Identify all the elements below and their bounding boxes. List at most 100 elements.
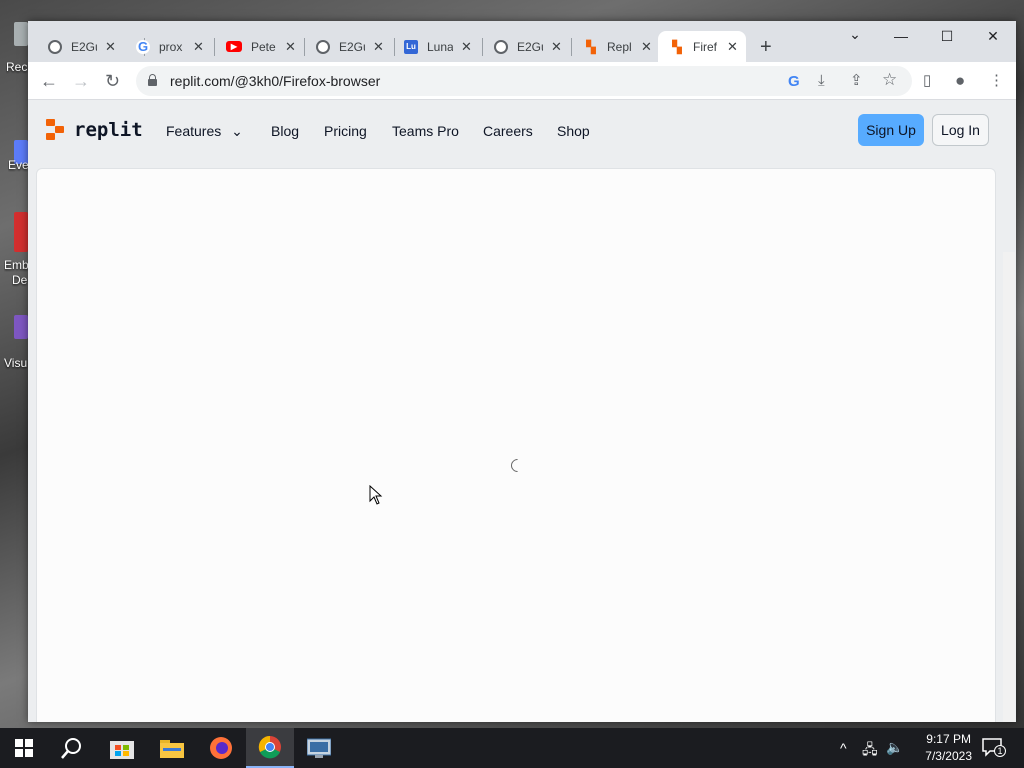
- tab-title: Pete: [251, 39, 276, 54]
- nav-features[interactable]: Features ⌄: [166, 123, 243, 140]
- chrome-button[interactable]: [246, 728, 294, 768]
- content-panel: [36, 168, 996, 722]
- tab-separator: [571, 38, 572, 56]
- clock[interactable]: 9:17 PM 7/3/2023: [925, 731, 972, 765]
- tab-title: Firef: [693, 39, 717, 54]
- tab-title: E2Gu: [517, 39, 543, 54]
- install-app-icon[interactable]: ⤓: [818, 71, 825, 91]
- tab-strip: E2Gu ✕ G prox ✕ ▶ Pete ✕ E2Gu ✕ Lu Luna …: [28, 21, 1016, 62]
- start-button[interactable]: [0, 728, 48, 768]
- tab-4[interactable]: E2Gu ✕: [316, 31, 384, 62]
- new-tab-button[interactable]: +: [760, 36, 772, 59]
- close-tab-icon[interactable]: ✕: [373, 39, 384, 55]
- browser-toolbar: ← → ↻ replit.com/@3kh0/Firefox-browser G…: [28, 62, 1016, 100]
- lu-icon: Lu: [404, 39, 418, 54]
- site-header: replit Features ⌄ Blog Pricing Teams Pro…: [28, 100, 1016, 168]
- volume-muted-icon[interactable]: 🔈: [886, 739, 903, 768]
- tab-active[interactable]: ▚ Firef ✕: [658, 31, 746, 62]
- clock-date: 7/3/2023: [925, 749, 972, 763]
- tab-separator: [304, 38, 305, 56]
- close-tab-icon[interactable]: ✕: [461, 39, 472, 55]
- firefox-button[interactable]: [197, 728, 245, 768]
- replit-icon: ▚: [672, 39, 682, 54]
- lock-icon[interactable]: [148, 74, 157, 86]
- file-explorer-button[interactable]: [148, 728, 196, 768]
- close-tab-icon[interactable]: ✕: [551, 39, 562, 55]
- network-icon[interactable]: 🖧: [862, 739, 878, 768]
- share-icon[interactable]: ⇪: [850, 71, 863, 91]
- chrome-icon: [258, 735, 281, 759]
- nav-pricing[interactable]: Pricing: [324, 123, 367, 139]
- globe-icon: [316, 39, 330, 54]
- remote-desktop-button[interactable]: [295, 728, 343, 768]
- tab-3[interactable]: ▶ Pete ✕: [226, 31, 296, 62]
- close-tab-icon[interactable]: ✕: [105, 39, 116, 55]
- replit-logo-icon: [46, 119, 66, 141]
- remote-desktop-icon: [307, 738, 331, 758]
- brand-name: replit: [74, 119, 143, 141]
- google-lens-icon[interactable]: G: [788, 72, 800, 92]
- visual-studio-icon[interactable]: [14, 315, 28, 339]
- tab-5[interactable]: Lu Luna ✕: [404, 31, 472, 62]
- close-tab-icon[interactable]: ✕: [285, 39, 296, 55]
- close-tab-icon[interactable]: ✕: [193, 39, 204, 55]
- globe-icon: [494, 39, 508, 54]
- notification-count-badge: 1: [994, 745, 1006, 757]
- replit-icon: ▚: [586, 39, 596, 54]
- sign-up-button[interactable]: Sign Up: [858, 114, 924, 146]
- profile-avatar-icon[interactable]: ●: [955, 71, 965, 91]
- side-panel-icon[interactable]: ▯: [923, 71, 931, 91]
- nav-teams-pro[interactable]: Teams Pro: [392, 123, 459, 139]
- globe-icon: [48, 39, 62, 54]
- forward-button[interactable]: →: [72, 71, 90, 91]
- folder-icon: [160, 740, 184, 758]
- notification-center-button[interactable]: 1: [982, 738, 1006, 758]
- tab-separator: [394, 38, 395, 56]
- recycle-bin-icon[interactable]: [14, 22, 28, 46]
- log-in-button[interactable]: Log In: [932, 114, 989, 146]
- tab-separator: [214, 38, 215, 56]
- maximize-button[interactable]: ☐: [924, 25, 970, 47]
- nav-careers[interactable]: Careers: [483, 123, 533, 139]
- close-tab-icon[interactable]: ✕: [727, 39, 738, 55]
- store-icon: [110, 741, 134, 759]
- show-hidden-icons-button[interactable]: ^: [840, 740, 847, 768]
- minimize-button[interactable]: —: [878, 25, 924, 47]
- nav-features-label: Features: [166, 123, 222, 139]
- tab-6[interactable]: E2Gu ✕: [494, 31, 562, 62]
- tab-7[interactable]: ▚ Repl ✕: [584, 31, 652, 62]
- tab-2[interactable]: G prox ✕: [136, 31, 204, 62]
- loading-spinner-icon: [508, 456, 527, 475]
- bookmark-star-icon[interactable]: ☆: [882, 70, 897, 90]
- search-icon: [61, 738, 81, 759]
- reload-button[interactable]: ↻: [105, 71, 120, 91]
- taskbar: ^ 🖧 🔈 9:17 PM 7/3/2023 1: [0, 728, 1024, 768]
- back-button[interactable]: ←: [40, 71, 58, 91]
- browser-window: E2Gu ✕ G prox ✕ ▶ Pete ✕ E2Gu ✕ Lu Luna …: [28, 21, 1016, 722]
- nav-blog[interactable]: Blog: [271, 123, 299, 139]
- address-bar[interactable]: replit.com/@3kh0/Firefox-browser G ⤓ ⇪ ☆: [136, 66, 912, 96]
- replit-logo[interactable]: replit: [46, 119, 143, 141]
- tab-title: E2Gu: [339, 39, 365, 54]
- firefox-icon: [210, 737, 232, 759]
- tab-search-button[interactable]: ⌄: [832, 23, 878, 45]
- tab-separator: [482, 38, 483, 56]
- nav-shop[interactable]: Shop: [557, 123, 590, 139]
- close-window-button[interactable]: ✕: [970, 25, 1016, 47]
- close-tab-icon[interactable]: ✕: [641, 39, 652, 55]
- tab-1[interactable]: E2Gu ✕: [48, 31, 116, 62]
- microsoft-store-button[interactable]: [98, 728, 146, 768]
- tab-title: E2Gu: [71, 39, 97, 54]
- tab-title: Luna: [427, 39, 453, 54]
- youtube-icon: ▶: [226, 41, 242, 52]
- tab-title: prox: [159, 39, 183, 54]
- page-scrollbar[interactable]: [1003, 252, 1015, 722]
- search-button[interactable]: [48, 728, 96, 768]
- url-text[interactable]: replit.com/@3kh0/Firefox-browser: [170, 73, 380, 89]
- web-page: replit Features ⌄ Blog Pricing Teams Pro…: [28, 100, 1016, 722]
- app-shortcut-icon[interactable]: [14, 212, 28, 252]
- clock-time: 9:17 PM: [926, 732, 971, 746]
- browser-menu-icon[interactable]: ⋮: [989, 71, 1004, 91]
- google-icon: G: [136, 39, 150, 54]
- windows-logo-icon: [15, 739, 33, 757]
